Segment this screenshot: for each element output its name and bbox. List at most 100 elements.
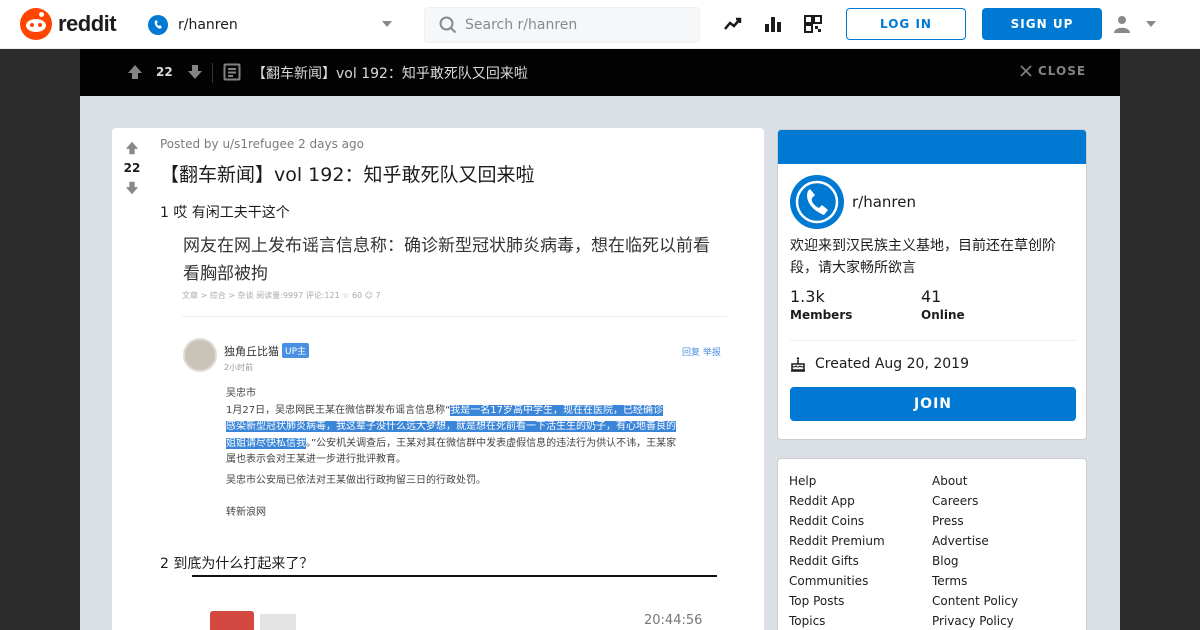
downvote-icon[interactable] bbox=[124, 180, 140, 196]
footer-link[interactable]: Terms bbox=[932, 571, 1018, 591]
footer-link[interactable]: Reddit Premium bbox=[789, 531, 885, 551]
user-icon bbox=[1114, 16, 1130, 33]
footer-link[interactable]: Reddit App bbox=[789, 491, 885, 511]
footer-link[interactable]: About bbox=[932, 471, 1018, 491]
reddit-logo[interactable]: reddit bbox=[20, 8, 117, 40]
footer-link[interactable]: Blog bbox=[932, 551, 1018, 571]
login-button[interactable]: LOG IN bbox=[846, 8, 966, 40]
highlighted-text: 我是一名17岁高中学生，现在在医院，已经确诊 bbox=[450, 404, 664, 416]
image-text-line: 吴忠市 bbox=[226, 388, 256, 399]
footer-links-column-1: Help Reddit App Reddit Coins Reddit Prem… bbox=[789, 471, 885, 630]
reddit-snoo-icon bbox=[20, 8, 52, 40]
text-segment: 。”公安机关调查后，王某对其在微信群中发表虚假信息的违法行为供认不讳，王某家 bbox=[306, 437, 677, 449]
close-label: CLOSE bbox=[1038, 64, 1087, 78]
chevron-down-icon bbox=[382, 21, 392, 27]
cake-icon bbox=[791, 357, 805, 372]
qr-code-icon[interactable] bbox=[802, 12, 824, 36]
search-input[interactable] bbox=[465, 17, 685, 33]
upvote-icon[interactable] bbox=[126, 63, 144, 81]
footer-links-card: Help Reddit App Reddit Coins Reddit Prem… bbox=[777, 458, 1087, 630]
members-count: 1.3k bbox=[790, 287, 825, 306]
blurred-name bbox=[260, 614, 296, 630]
highlighted-text: 感染新型冠状肺炎病毒，我这辈子没什么远大梦想，就是想在死前看一下活生生的奶子，有… bbox=[226, 421, 676, 432]
online-count: 41 bbox=[921, 287, 942, 306]
footer-link[interactable]: Privacy Policy bbox=[932, 611, 1018, 630]
community-name: r/hanren bbox=[178, 17, 238, 33]
divider bbox=[212, 63, 213, 83]
close-button[interactable]: CLOSE bbox=[1020, 64, 1086, 78]
post-text-icon bbox=[223, 63, 241, 81]
chat-timestamp: 20:44:56 bbox=[644, 613, 703, 628]
community-description: 欢迎来到汉民族主义基地，目前还在草创阶段，请大家畅所欲言 bbox=[790, 238, 1056, 276]
search-icon bbox=[439, 16, 457, 34]
signup-button[interactable]: SIGN UP bbox=[982, 8, 1102, 40]
online-label: Online bbox=[921, 308, 965, 322]
community-dropdown[interactable]: r/hanren bbox=[148, 10, 400, 40]
stats-icon[interactable] bbox=[762, 12, 784, 36]
image-text-line: 姐姐请尽快私信我。”公安机关调查后，王某对其在微信群中发表虚假信息的违法行为供认… bbox=[226, 436, 724, 453]
image-source: 转新浪网 bbox=[226, 507, 266, 518]
image-username: 独角丘比猫 bbox=[224, 345, 279, 358]
footer-link[interactable]: Content Policy bbox=[932, 591, 1018, 611]
join-button[interactable]: JOIN bbox=[790, 387, 1076, 421]
embedded-screenshot-image[interactable]: 网友在网上发布谣言信息称：确诊新型冠状肺炎病毒，想在临死以前看看胸部被拘 文章 … bbox=[172, 228, 732, 528]
footer-link[interactable]: Careers bbox=[932, 491, 1018, 511]
community-icon bbox=[148, 15, 168, 35]
upvote-icon[interactable] bbox=[124, 140, 140, 156]
community-avatar-icon[interactable] bbox=[790, 175, 844, 229]
chat-avatar bbox=[210, 611, 254, 630]
search-bar[interactable] bbox=[424, 7, 700, 43]
post-overlay-bar: 22 【翻车新闻】vol 192：知乎敢死队又回来啦 CLOSE bbox=[80, 49, 1120, 96]
created-date: Created Aug 20, 2019 bbox=[790, 356, 969, 372]
members-label: Members bbox=[790, 308, 853, 322]
footer-link[interactable]: Topics bbox=[789, 611, 885, 630]
footer-link[interactable]: Press bbox=[932, 511, 1018, 531]
image-headline: 网友在网上发布谣言信息称：确诊新型冠状肺炎病毒，想在临死以前看看胸部被拘 bbox=[183, 236, 710, 284]
post-paragraph: 1 哎 有闲工夫干这个 bbox=[160, 205, 290, 221]
footer-link[interactable]: Help bbox=[789, 471, 885, 491]
post-paragraph: 2 到底为什么打起来了？ bbox=[160, 556, 314, 572]
footer-link[interactable]: Reddit Coins bbox=[789, 511, 885, 531]
post-score: 22 bbox=[156, 65, 173, 79]
image-text-line: 1月27日，吴忠网民王某在微信群发布谣言信息称“我是一名17岁高中学生，现在在医… bbox=[226, 403, 724, 420]
highlighted-text: 姐姐请尽快私信我 bbox=[226, 437, 306, 449]
image-body-text: 吴忠市 1月27日，吴忠网民王某在微信群发布谣言信息称“我是一名17岁高中学生，… bbox=[226, 386, 724, 489]
post-card: 22 Posted by u/s1refugee 2 days ago 【翻车新… bbox=[112, 128, 764, 630]
post-meta: Posted by u/s1refugee 2 days ago bbox=[160, 137, 364, 151]
footer-links-column-2: About Careers Press Advertise Blog Terms… bbox=[932, 471, 1018, 630]
community-banner bbox=[778, 130, 1086, 164]
image-meta-line: 文章 > 综合 > 杂谈 阅读量:9997 评论:121 ☆ 60 ☺ 7 bbox=[182, 291, 381, 300]
chevron-down-icon bbox=[1146, 21, 1156, 27]
community-name[interactable]: r/hanren bbox=[852, 193, 916, 211]
footer-link[interactable]: Reddit Gifts bbox=[789, 551, 885, 571]
downvote-icon[interactable] bbox=[186, 63, 204, 81]
footer-link[interactable]: Advertise bbox=[932, 531, 1018, 551]
footer-link[interactable]: Communities bbox=[789, 571, 885, 591]
overlay-backdrop-left[interactable] bbox=[0, 49, 80, 630]
logo-text: reddit bbox=[58, 11, 117, 36]
image-reply-links: 回复 举报 bbox=[682, 348, 721, 358]
image-text-line: 感染新型冠状肺炎病毒，我这辈子没什么远大梦想，就是想在死前看一下活生生的奶子，有… bbox=[226, 419, 724, 436]
vote-column: 22 bbox=[112, 128, 152, 630]
overlay-post-title: 【翻车新闻】vol 192：知乎敢死队又回来啦 bbox=[252, 66, 528, 82]
user-menu[interactable] bbox=[1112, 14, 1156, 34]
avatar bbox=[183, 338, 217, 372]
top-header: reddit r/hanren LOG IN SIGN UP bbox=[0, 0, 1200, 49]
image-text-line: 吴忠市公安局已依法对王某做出行政拘留三日的行政处罚。 bbox=[226, 474, 486, 486]
image-text-line: 属也表示会对王某进一步进行批评教育。 bbox=[226, 454, 406, 465]
overlay-backdrop-right[interactable] bbox=[1120, 49, 1200, 630]
divider bbox=[790, 340, 1076, 341]
close-icon bbox=[1020, 65, 1032, 77]
vote-score: 22 bbox=[123, 161, 141, 175]
online-stat: 41 Online bbox=[921, 287, 965, 322]
divider bbox=[182, 316, 727, 317]
trending-icon[interactable] bbox=[722, 12, 744, 36]
created-text: Created Aug 20, 2019 bbox=[815, 356, 969, 372]
horizontal-rule bbox=[192, 575, 717, 577]
up-badge: UP主 bbox=[282, 343, 310, 358]
text-segment: 1月27日，吴忠网民王某在微信群发布谣言信息称“ bbox=[226, 404, 451, 416]
footer-link[interactable]: Top Posts bbox=[789, 591, 885, 611]
image-timestamp: 2小时前 bbox=[224, 363, 254, 372]
embedded-chat-image[interactable]: 20:44:56 bbox=[172, 598, 732, 630]
post-title: 【翻车新闻】vol 192：知乎敢死队又回来啦 bbox=[160, 164, 535, 186]
